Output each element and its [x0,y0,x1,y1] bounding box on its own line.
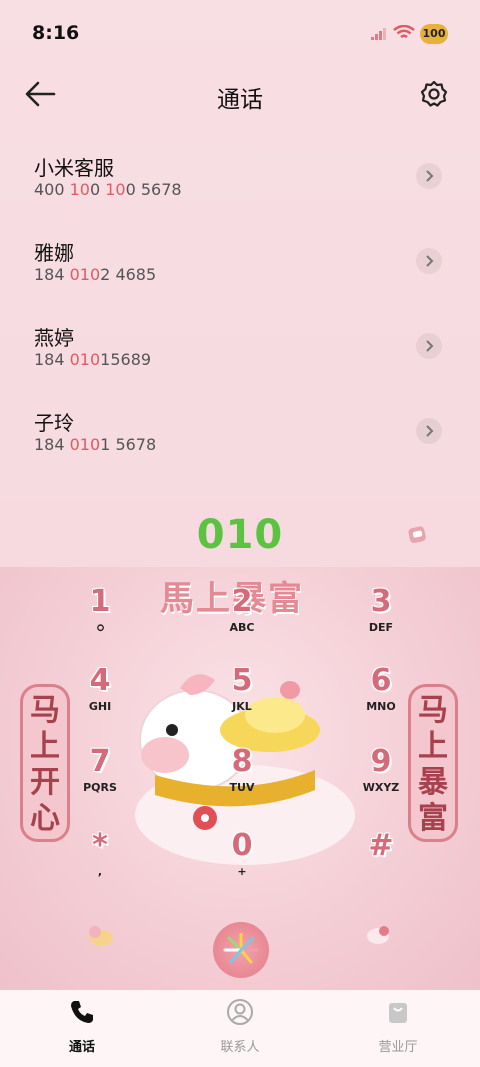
key-1[interactable]: 1ഠ [60,584,140,654]
contact-number: 184 01015689 [34,350,152,369]
contact-row[interactable]: 小米客服 400 100 100 5678 [0,130,480,215]
tab-calls[interactable]: 通话 [42,998,122,1055]
key-star[interactable]: *, [60,828,140,898]
key-8[interactable]: 8 TUV [202,744,282,814]
key-5[interactable]: 5 JKL [202,663,282,733]
contact-number: 400 100 100 5678 [34,180,182,199]
bottom-tab-bar: 通话 联系人 营业厅 [0,990,480,1067]
person-icon [227,999,253,1025]
signal-icon [371,28,386,40]
key-7[interactable]: 7 PQRS [60,744,140,814]
key-2[interactable]: 2 ABC [202,584,282,654]
contact-row[interactable]: 雅娜 184 0102 4685 [0,215,480,300]
key-3[interactable]: 3 DEF [341,584,421,654]
tab-service-hall[interactable]: 营业厅 [358,998,438,1055]
mini-horse-icon[interactable] [362,920,392,946]
header: 通话 [0,70,480,120]
status-bar: 8:16 100 [0,0,480,64]
call-button[interactable] [213,922,269,978]
tab-label: 营业厅 [378,1040,418,1055]
key-6[interactable]: 6 MNO [341,663,421,733]
battery-icon: 100 [420,24,448,44]
contact-name: 子玲 [34,411,74,435]
contact-name: 雅娜 [34,241,74,265]
key-4[interactable]: 4 GHI [60,663,140,733]
contact-name: 小米客服 [34,156,114,180]
wifi-icon [393,25,415,39]
tab-label: 通话 [68,1040,95,1055]
firework-icon [223,932,259,964]
chevron-right-icon[interactable] [416,248,442,274]
key-0[interactable]: 0 + [202,828,282,898]
gear-icon[interactable] [418,78,450,110]
contact-row[interactable]: 燕婷 184 01015689 [0,300,480,385]
contact-row[interactable]: 子玲 184 0101 5678 [0,385,480,470]
contact-number: 184 0102 4685 [34,265,157,284]
key-9[interactable]: 9 WXYZ [341,744,421,814]
status-time: 8:16 [32,22,80,44]
tab-contacts[interactable]: 联系人 [200,998,280,1055]
bag-icon [389,1003,407,1023]
chevron-right-icon[interactable] [416,333,442,359]
chevron-right-icon[interactable] [416,418,442,444]
contact-list: 小米客服 400 100 100 5678 雅娜 184 0102 4685 燕… [0,130,480,470]
page-title: 通话 [217,87,263,113]
mini-horse-icon[interactable] [86,922,116,948]
tab-label: 联系人 [220,1040,260,1055]
contact-name: 燕婷 [34,326,74,350]
phone-icon [71,1001,93,1023]
paste-icon[interactable] [406,522,430,546]
contact-number: 184 0101 5678 [34,435,157,454]
key-hash[interactable]: # [341,828,421,898]
chevron-right-icon[interactable] [416,163,442,189]
